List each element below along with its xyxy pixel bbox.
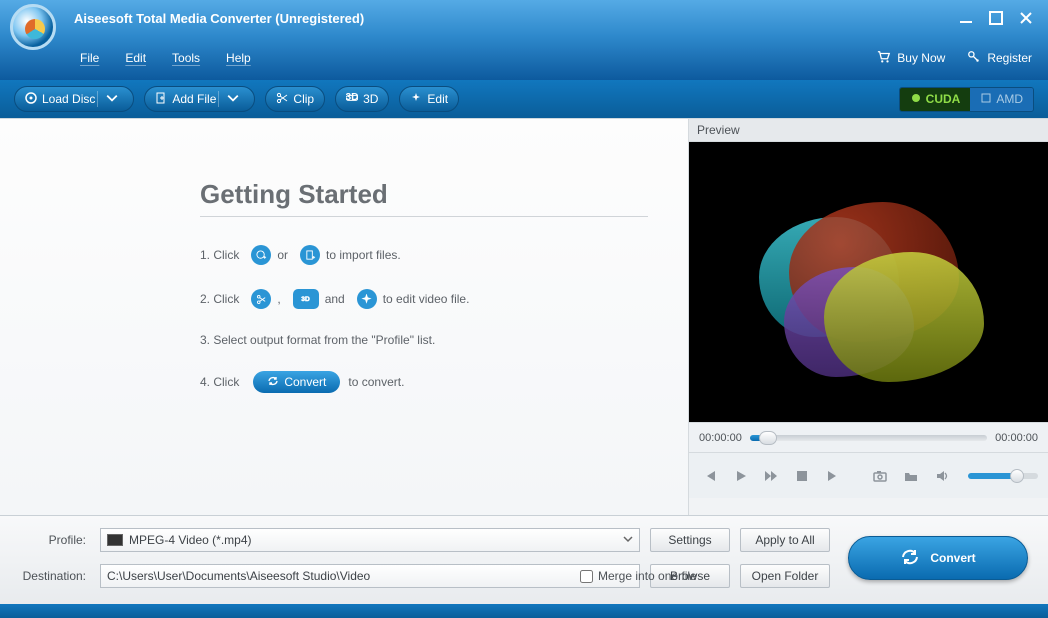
edit-label: Edit — [427, 92, 448, 106]
key-icon — [967, 50, 987, 67]
bottom-chrome — [0, 604, 1048, 618]
convert-label: Convert — [930, 551, 975, 565]
playback-controls — [689, 452, 1048, 498]
3d-button[interactable]: 3D 3D — [335, 86, 389, 112]
3d-label: 3D — [363, 92, 378, 106]
clip-button[interactable]: Clip — [265, 86, 325, 112]
stop-button[interactable] — [791, 464, 814, 488]
add-file-button[interactable]: Add File — [144, 86, 255, 112]
register-label: Register — [987, 51, 1032, 65]
merge-checkbox-input[interactable] — [580, 570, 593, 583]
clip-label: Clip — [293, 92, 314, 106]
snapshot-button[interactable] — [869, 464, 892, 488]
destination-input[interactable]: C:\Users\User\Documents\Aiseesoft Studio… — [100, 564, 640, 588]
merge-checkbox[interactable]: Merge into one file — [580, 569, 697, 583]
maximize-button[interactable] — [984, 9, 1008, 27]
gs-step-1: 1. Click or to import files. — [200, 245, 648, 265]
scissors-icon — [251, 289, 271, 309]
prev-button[interactable] — [699, 464, 722, 488]
add-file-icon — [155, 92, 172, 107]
chevron-down-icon — [227, 92, 244, 107]
menu-file[interactable]: File — [80, 51, 99, 65]
load-disc-label: Load Disc — [42, 92, 95, 106]
time-current: 00:00:00 — [699, 432, 742, 444]
preview-label: Preview — [689, 119, 1048, 142]
menubar: File Edit Tools Help Buy Now Register — [0, 36, 1048, 80]
add-file-label: Add File — [172, 92, 216, 106]
gpu-badges: CUDA AMD — [899, 87, 1034, 112]
disc-plus-icon — [251, 245, 271, 265]
app-title: Aiseesoft Total Media Converter (Unregis… — [74, 11, 364, 26]
seek-slider[interactable] — [750, 435, 987, 441]
play-button[interactable] — [730, 464, 753, 488]
gs-step-4: 4. Click Convert to convert. — [200, 371, 648, 393]
amd-badge[interactable]: AMD — [970, 88, 1033, 111]
chevron-down-icon — [106, 92, 123, 107]
merge-label: Merge into one file — [598, 569, 697, 583]
format-icon — [107, 534, 123, 546]
profile-label: Profile: — [20, 533, 90, 547]
close-button[interactable] — [1014, 9, 1038, 27]
3d-icon: 3D — [293, 289, 319, 309]
cart-icon — [877, 50, 897, 67]
footer: Profile: MPEG-4 Video (*.mp4) Settings A… — [0, 515, 1048, 604]
gs-title: Getting Started — [200, 179, 648, 210]
preview-panel: Preview 00:00:00 00:00:00 — [688, 119, 1048, 515]
profile-combo[interactable]: MPEG-4 Video (*.mp4) — [100, 528, 640, 552]
settings-button[interactable]: Settings — [650, 528, 730, 552]
folder-button[interactable] — [899, 464, 922, 488]
sparkle-icon — [410, 92, 427, 107]
fast-forward-button[interactable] — [760, 464, 783, 488]
getting-started-panel: Getting Started 1. Click or to import fi… — [0, 119, 688, 515]
register-link[interactable]: Register — [967, 50, 1032, 67]
sparkle-icon — [357, 289, 377, 309]
svg-text:3D: 3D — [301, 296, 310, 303]
volume-slider[interactable] — [968, 473, 1038, 479]
profile-value: MPEG-4 Video (*.mp4) — [129, 533, 252, 547]
menu-tools[interactable]: Tools — [172, 51, 200, 65]
open-folder-button[interactable]: Open Folder — [740, 564, 830, 588]
chevron-down-icon — [623, 533, 633, 547]
destination-label: Destination: — [20, 569, 90, 583]
gs-step-2: 2. Click , 3D and to edit video file. — [200, 289, 648, 309]
scissors-icon — [276, 92, 293, 107]
preview-placeholder-image — [754, 182, 984, 382]
gs-step-3: 3. Select output format from the "Profil… — [200, 333, 648, 347]
file-plus-icon — [300, 245, 320, 265]
minimize-button[interactable] — [954, 9, 978, 27]
timeline: 00:00:00 00:00:00 — [689, 422, 1048, 452]
disc-icon — [25, 92, 42, 107]
amd-icon — [980, 92, 996, 107]
menu-help[interactable]: Help — [226, 51, 251, 65]
3d-icon: 3D — [346, 92, 363, 107]
menu-edit[interactable]: Edit — [125, 51, 146, 65]
titlebar: Aiseesoft Total Media Converter (Unregis… — [0, 0, 1048, 36]
apply-all-button[interactable]: Apply to All — [740, 528, 830, 552]
svg-text:3D: 3D — [346, 92, 358, 103]
cuda-badge[interactable]: CUDA — [900, 88, 971, 111]
mini-convert-button: Convert — [253, 371, 340, 393]
buy-now-label: Buy Now — [897, 51, 945, 65]
load-disc-button[interactable]: Load Disc — [14, 86, 134, 112]
toolbar: Load Disc Add File Clip 3D 3D Edit CUDA … — [0, 80, 1048, 118]
refresh-icon — [900, 547, 930, 570]
nvidia-icon — [910, 92, 926, 107]
refresh-icon — [267, 375, 284, 390]
buy-now-link[interactable]: Buy Now — [877, 50, 945, 67]
edit-button[interactable]: Edit — [399, 86, 459, 112]
app-logo — [10, 4, 56, 50]
time-total: 00:00:00 — [995, 432, 1038, 444]
next-button[interactable] — [821, 464, 844, 488]
volume-icon[interactable] — [930, 464, 954, 488]
convert-button[interactable]: Convert — [848, 536, 1028, 580]
preview-viewport — [689, 142, 1048, 422]
